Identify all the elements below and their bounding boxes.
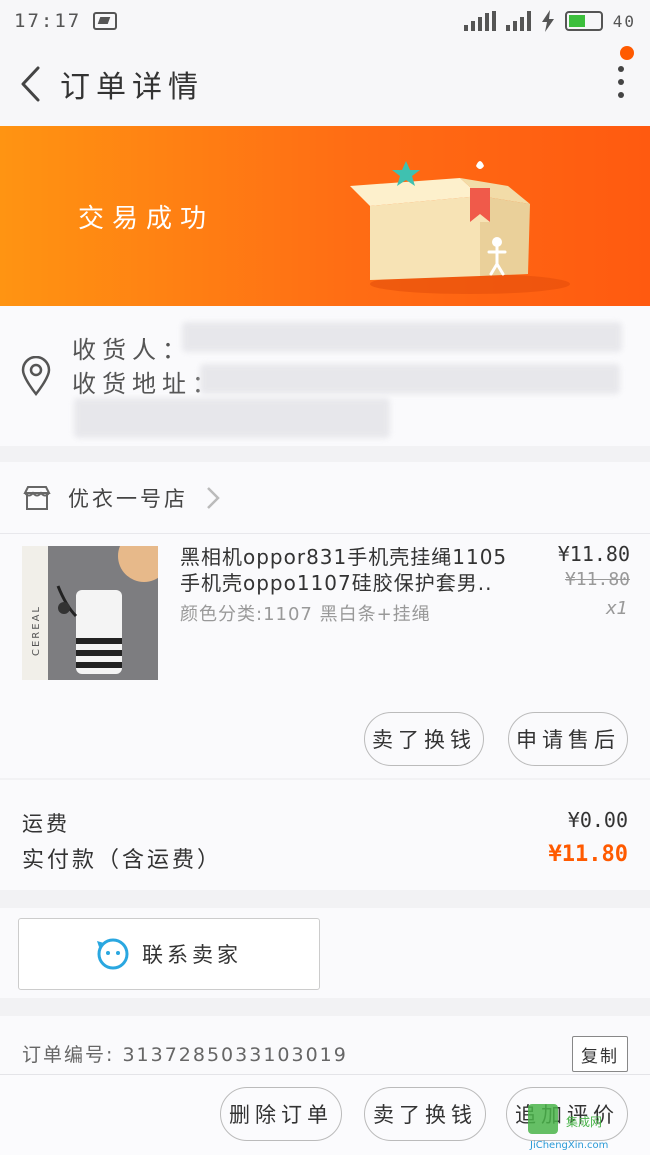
back-icon[interactable] bbox=[0, 42, 60, 126]
product-image-label: CEREAL bbox=[31, 605, 42, 656]
status-banner: 交易成功 bbox=[0, 126, 650, 306]
shipping-address[interactable]: 收货人： 收货地址： bbox=[0, 306, 650, 446]
status-indicators: 40 bbox=[463, 10, 636, 32]
product-image[interactable]: CEREAL bbox=[22, 546, 158, 680]
redacted-address bbox=[200, 364, 620, 394]
chevron-right-icon bbox=[207, 486, 220, 509]
shipping-value: ¥0.00 bbox=[567, 808, 628, 832]
battery-icon bbox=[564, 11, 603, 31]
contact-panel: 联系卖家 bbox=[0, 908, 650, 998]
contact-seller-button[interactable]: 联系卖家 bbox=[18, 918, 320, 990]
shop-name: 优衣一号店 bbox=[68, 486, 188, 511]
shipping-label: 运费 bbox=[22, 812, 70, 836]
receiver-label: 收货人： bbox=[72, 336, 192, 364]
order-card: 优衣一号店 CEREAL 黑相机oppor831手机壳挂绳1105手机壳oppo… bbox=[0, 462, 650, 778]
charging-icon bbox=[541, 10, 554, 32]
nav-bar: 订单详情 bbox=[0, 42, 650, 126]
redacted-address-line2 bbox=[74, 398, 390, 438]
contact-seller-label: 联系卖家 bbox=[142, 943, 242, 967]
order-status-text: 交易成功 bbox=[78, 204, 215, 234]
product-title[interactable]: 黑相机oppor831手机壳挂绳1105手机壳oppo1107硅胶保护套男.. bbox=[180, 544, 510, 596]
site-watermark: 集成网 JiChengXin.com bbox=[528, 1104, 608, 1151]
order-number: 订单编号: 3137285033103019 bbox=[22, 1044, 348, 1066]
sell-order-button[interactable]: 卖了换钱 bbox=[364, 1087, 486, 1141]
location-icon bbox=[21, 356, 51, 396]
cost-summary: 运费 ¥0.00 实付款（含运费） ¥11.80 bbox=[0, 780, 650, 890]
store-icon bbox=[23, 485, 51, 510]
status-bar: 17:17 40 bbox=[0, 0, 650, 42]
notification-dot bbox=[620, 46, 634, 60]
watermark-mark: 集成网 bbox=[566, 1114, 602, 1129]
battery-level: 40 bbox=[612, 11, 636, 31]
status-time: 17:17 bbox=[14, 10, 82, 32]
product-original-price: ¥11.80 bbox=[564, 569, 630, 590]
package-illustration bbox=[350, 161, 570, 294]
mobile-data-icon bbox=[505, 11, 531, 31]
delete-order-button[interactable]: 删除订单 bbox=[220, 1087, 342, 1141]
product-quantity: x1 bbox=[605, 598, 628, 619]
chat-icon bbox=[97, 938, 129, 970]
order-info: 订单编号: 3137285033103019 复制 bbox=[0, 1016, 650, 1076]
product-price: ¥11.80 bbox=[557, 542, 630, 566]
paid-label: 实付款（含运费） bbox=[22, 848, 223, 873]
notification-icon bbox=[93, 12, 118, 30]
more-icon[interactable] bbox=[618, 66, 624, 98]
copy-button[interactable]: 复制 bbox=[572, 1036, 628, 1072]
sell-item-button[interactable]: 卖了换钱 bbox=[364, 712, 484, 766]
paid-value: ¥11.80 bbox=[548, 842, 628, 867]
watermark-sub: JiChengXin.com bbox=[529, 1140, 608, 1151]
shop-row[interactable]: 优衣一号店 bbox=[0, 462, 650, 534]
redacted-receiver bbox=[182, 322, 622, 352]
after-sale-button[interactable]: 申请售后 bbox=[508, 712, 628, 766]
product-sku: 颜色分类:1107 黑白条+挂绳 bbox=[180, 604, 431, 625]
signal-icon bbox=[463, 11, 496, 31]
page-title: 订单详情 bbox=[60, 70, 204, 105]
